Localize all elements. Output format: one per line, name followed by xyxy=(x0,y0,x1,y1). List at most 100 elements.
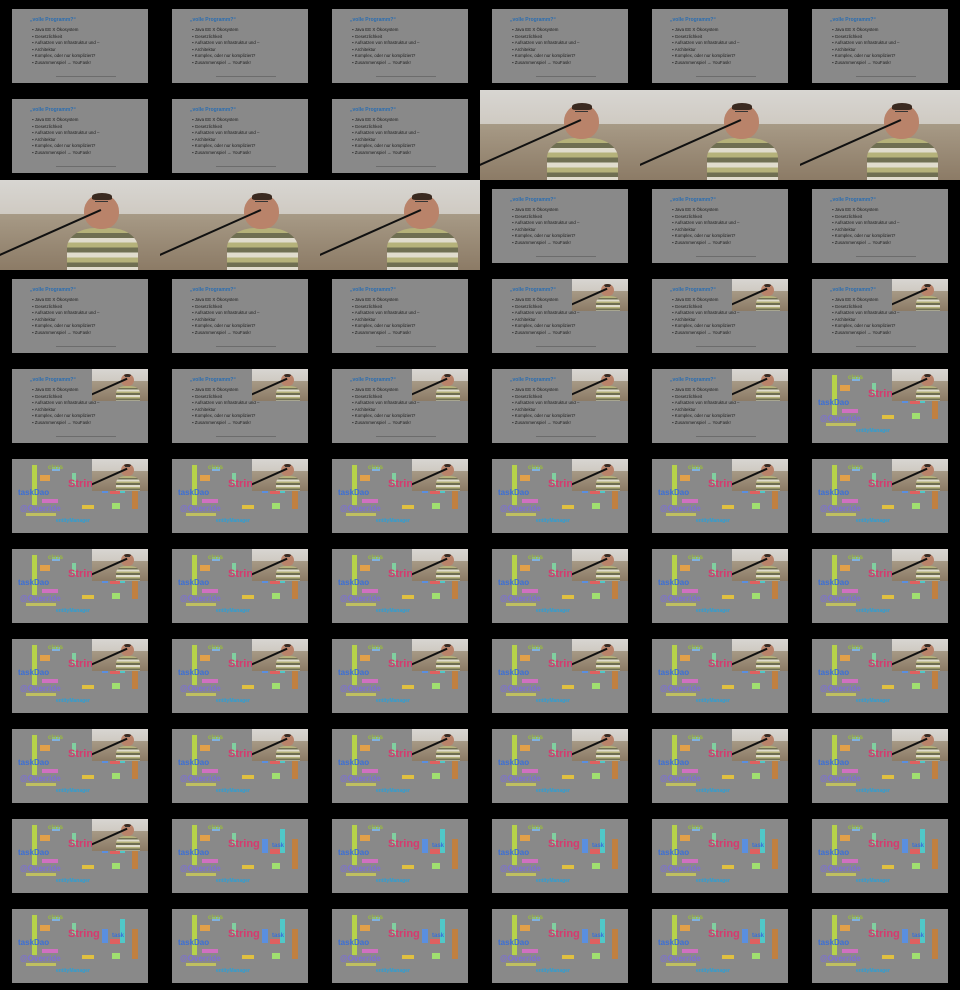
video-frame[interactable]: „volle Programm?“ Java EE X ÖkosystemGese… xyxy=(320,360,480,450)
slide-bullet-list: Java EE X ÖkosystemGesetzlichkeitAufsatz… xyxy=(832,297,900,337)
video-frame[interactable]: „volle Programm?“ Java EE X ÖkosystemGese… xyxy=(160,0,320,90)
video-frame[interactable]: „volle Programm?“ Java EE X ÖkosystemGese… xyxy=(480,0,640,90)
video-frame[interactable]: „volle Programm?“ Java EE X ÖkosystemGese… xyxy=(0,360,160,450)
video-frame[interactable]: classStringtaskDao@OverridetaskentityMan… xyxy=(320,810,480,900)
video-frame[interactable]: classStringtaskDao@OverridetaskentityMan… xyxy=(640,900,800,990)
video-frame[interactable]: classStringtaskDao@OverridetaskentityMan… xyxy=(320,450,480,540)
video-frame[interactable]: „volle Programm?“ Java EE X ÖkosystemGese… xyxy=(480,270,640,360)
video-frame[interactable]: classStringtaskDao@OverridetaskentityMan… xyxy=(0,810,160,900)
word-cloud-block xyxy=(272,773,280,779)
word-cloud-block xyxy=(192,465,197,505)
video-frame[interactable]: classStringtaskDao@OverridetaskentityMan… xyxy=(640,540,800,630)
video-frame[interactable]: classStringtaskDao@OverridetaskentityMan… xyxy=(160,720,320,810)
word-cloud-block xyxy=(920,919,925,943)
speaker-camera-view xyxy=(92,369,148,401)
video-frame[interactable]: „volle Programm?“ Java EE X ÖkosystemGese… xyxy=(0,0,160,90)
video-frame[interactable]: classStringtaskDao@OverridetaskentityMan… xyxy=(480,630,640,720)
video-frame[interactable]: „volle Programm?“ Java EE X ÖkosystemGese… xyxy=(640,0,800,90)
video-frame[interactable]: classStringtaskDao@OverridetaskentityMan… xyxy=(0,720,160,810)
speaker xyxy=(115,373,141,401)
slide-bullet: Komplex, oder nur kompliziert? xyxy=(192,413,259,420)
video-frame[interactable]: „volle Programm?“ Java EE X ÖkosystemGese… xyxy=(160,360,320,450)
video-frame[interactable]: „volle Programm?“ Java EE X ÖkosystemGese… xyxy=(480,360,640,450)
video-frame[interactable] xyxy=(480,90,640,180)
slide-footer xyxy=(56,76,116,77)
word-cloud-block xyxy=(292,839,298,869)
video-frame[interactable]: „volle Programm?“ Java EE X ÖkosystemGese… xyxy=(800,180,960,270)
speaker-camera-view xyxy=(252,639,308,671)
video-frame[interactable] xyxy=(320,180,480,270)
video-frame[interactable] xyxy=(0,180,160,270)
slide-title: „volle Programm?“ xyxy=(670,377,716,383)
video-frame[interactable]: classStringtaskDao@OverridetaskentityMan… xyxy=(800,720,960,810)
video-frame[interactable]: classStringtaskDao@OverridetaskentityMan… xyxy=(640,450,800,540)
video-frame[interactable]: classStringtaskDao@OverridetaskentityMan… xyxy=(800,540,960,630)
video-frame[interactable]: „volle Programm?“ Java EE X ÖkosystemGese… xyxy=(320,0,480,90)
video-frame[interactable]: classStringtaskDao@OverridetaskentityMan… xyxy=(640,810,800,900)
word-cloud-word: entityManager xyxy=(856,608,890,614)
speaker-glasses xyxy=(574,110,588,114)
video-frame[interactable]: classStringtaskDao@OverridetaskentityMan… xyxy=(640,720,800,810)
word-cloud-word: class xyxy=(528,735,544,741)
video-frame[interactable]: classStringtaskDao@OverridetaskentityMan… xyxy=(160,630,320,720)
word-cloud-block xyxy=(512,915,517,955)
slide-bullet: Komplex, oder nur kompliziert? xyxy=(512,233,579,240)
video-frame[interactable]: classStringtaskDao@OverridetaskentityMan… xyxy=(800,810,960,900)
video-frame[interactable]: „volle Programm?“ Java EE X ÖkosystemGese… xyxy=(160,90,320,180)
word-cloud-word: entityManager xyxy=(856,788,890,794)
video-frame[interactable]: classStringtaskDao@OverridetaskentityMan… xyxy=(320,540,480,630)
word-cloud-block xyxy=(672,735,677,775)
video-frame[interactable]: classStringtaskDao@OverridetaskentityMan… xyxy=(320,720,480,810)
video-frame[interactable]: classStringtaskDao@OverridetaskentityMan… xyxy=(320,630,480,720)
video-frame[interactable]: „volle Programm?“ Java EE X ÖkosystemGese… xyxy=(640,270,800,360)
video-frame[interactable]: classStringtaskDao@OverridetaskentityMan… xyxy=(640,630,800,720)
video-frame[interactable]: classStringtaskDao@OverridetaskentityMan… xyxy=(0,630,160,720)
video-frame[interactable]: classStringtaskDao@OverridetaskentityMan… xyxy=(480,900,640,990)
video-frame[interactable]: classStringtaskDao@OverridetaskentityMan… xyxy=(800,630,960,720)
word-cloud-word: taskDao xyxy=(338,488,370,497)
video-frame[interactable] xyxy=(160,180,320,270)
slide-bullet: Aufsatzen von Infrastruktur und – xyxy=(352,130,420,137)
speaker-shirt xyxy=(275,475,301,491)
video-frame[interactable] xyxy=(640,90,800,180)
video-frame[interactable]: classStringtaskDao@OverridetaskentityMan… xyxy=(480,810,640,900)
video-frame[interactable]: classStringtaskDao@OverridetaskentityMan… xyxy=(0,900,160,990)
video-frame[interactable]: „volle Programm?“ Java EE X ÖkosystemGese… xyxy=(640,360,800,450)
video-frame[interactable]: „volle Programm?“ Java EE X ÖkosystemGese… xyxy=(160,270,320,360)
video-frame[interactable]: „volle Programm?“ Java EE X ÖkosystemGese… xyxy=(480,180,640,270)
word-cloud-word: entityManager xyxy=(56,878,90,884)
word-cloud-block xyxy=(666,873,696,876)
video-frame[interactable]: classStringtaskDao@OverridetaskentityMan… xyxy=(800,360,960,450)
video-frame[interactable]: „volle Programm?“ Java EE X ÖkosystemGese… xyxy=(320,270,480,360)
video-frame[interactable] xyxy=(800,90,960,180)
video-frame[interactable]: „volle Programm?“ Java EE X ÖkosystemGese… xyxy=(0,90,160,180)
video-frame[interactable]: „volle Programm?“ Java EE X ÖkosystemGese… xyxy=(640,180,800,270)
video-frame[interactable]: „volle Programm?“ Java EE X ÖkosystemGese… xyxy=(800,0,960,90)
video-frame[interactable]: classStringtaskDao@OverridetaskentityMan… xyxy=(160,450,320,540)
video-frame[interactable]: classStringtaskDao@OverridetaskentityMan… xyxy=(480,450,640,540)
slide-title: „volle Programm?“ xyxy=(830,197,876,203)
video-frame[interactable]: classStringtaskDao@OverridetaskentityMan… xyxy=(0,540,160,630)
video-frame[interactable]: classStringtaskDao@OverridetaskentityMan… xyxy=(800,450,960,540)
slide-thumbnail: „volle Programm?“ Java EE X ÖkosystemGese… xyxy=(652,9,788,83)
video-frame[interactable]: classStringtaskDao@OverridetaskentityMan… xyxy=(800,900,960,990)
video-frame[interactable]: „volle Programm?“ Java EE X ÖkosystemGese… xyxy=(0,270,160,360)
video-frame[interactable]: classStringtaskDao@OverridetaskentityMan… xyxy=(160,540,320,630)
slide-bullet: Aufsatzen von Infrastruktur und – xyxy=(32,40,100,47)
word-cloud-block xyxy=(842,409,858,413)
video-frame[interactable]: classStringtaskDao@OverridetaskentityMan… xyxy=(0,450,160,540)
video-frame[interactable]: classStringtaskDao@OverridetaskentityMan… xyxy=(480,720,640,810)
video-frame[interactable]: classStringtaskDao@OverridetaskentityMan… xyxy=(160,900,320,990)
video-frame[interactable]: classStringtaskDao@OverridetaskentityMan… xyxy=(160,810,320,900)
word-cloud-block xyxy=(112,683,120,689)
speaker xyxy=(595,553,621,581)
video-frame[interactable]: classStringtaskDao@OverridetaskentityMan… xyxy=(320,900,480,990)
video-frame[interactable]: „volle Programm?“ Java EE X ÖkosystemGese… xyxy=(320,90,480,180)
video-frame[interactable]: „volle Programm?“ Java EE X ÖkosystemGese… xyxy=(800,270,960,360)
word-cloud-block xyxy=(826,873,856,876)
word-cloud-block xyxy=(832,645,837,685)
slide-thumbnail: „volle Programm?“ Java EE X ÖkosystemGese… xyxy=(812,189,948,263)
video-frame[interactable]: classStringtaskDao@OverridetaskentityMan… xyxy=(480,540,640,630)
slide-bullet: Zusammenspiel → YouFask! xyxy=(512,60,579,67)
slide-bullet: Gesetzlichkeit xyxy=(352,304,419,311)
